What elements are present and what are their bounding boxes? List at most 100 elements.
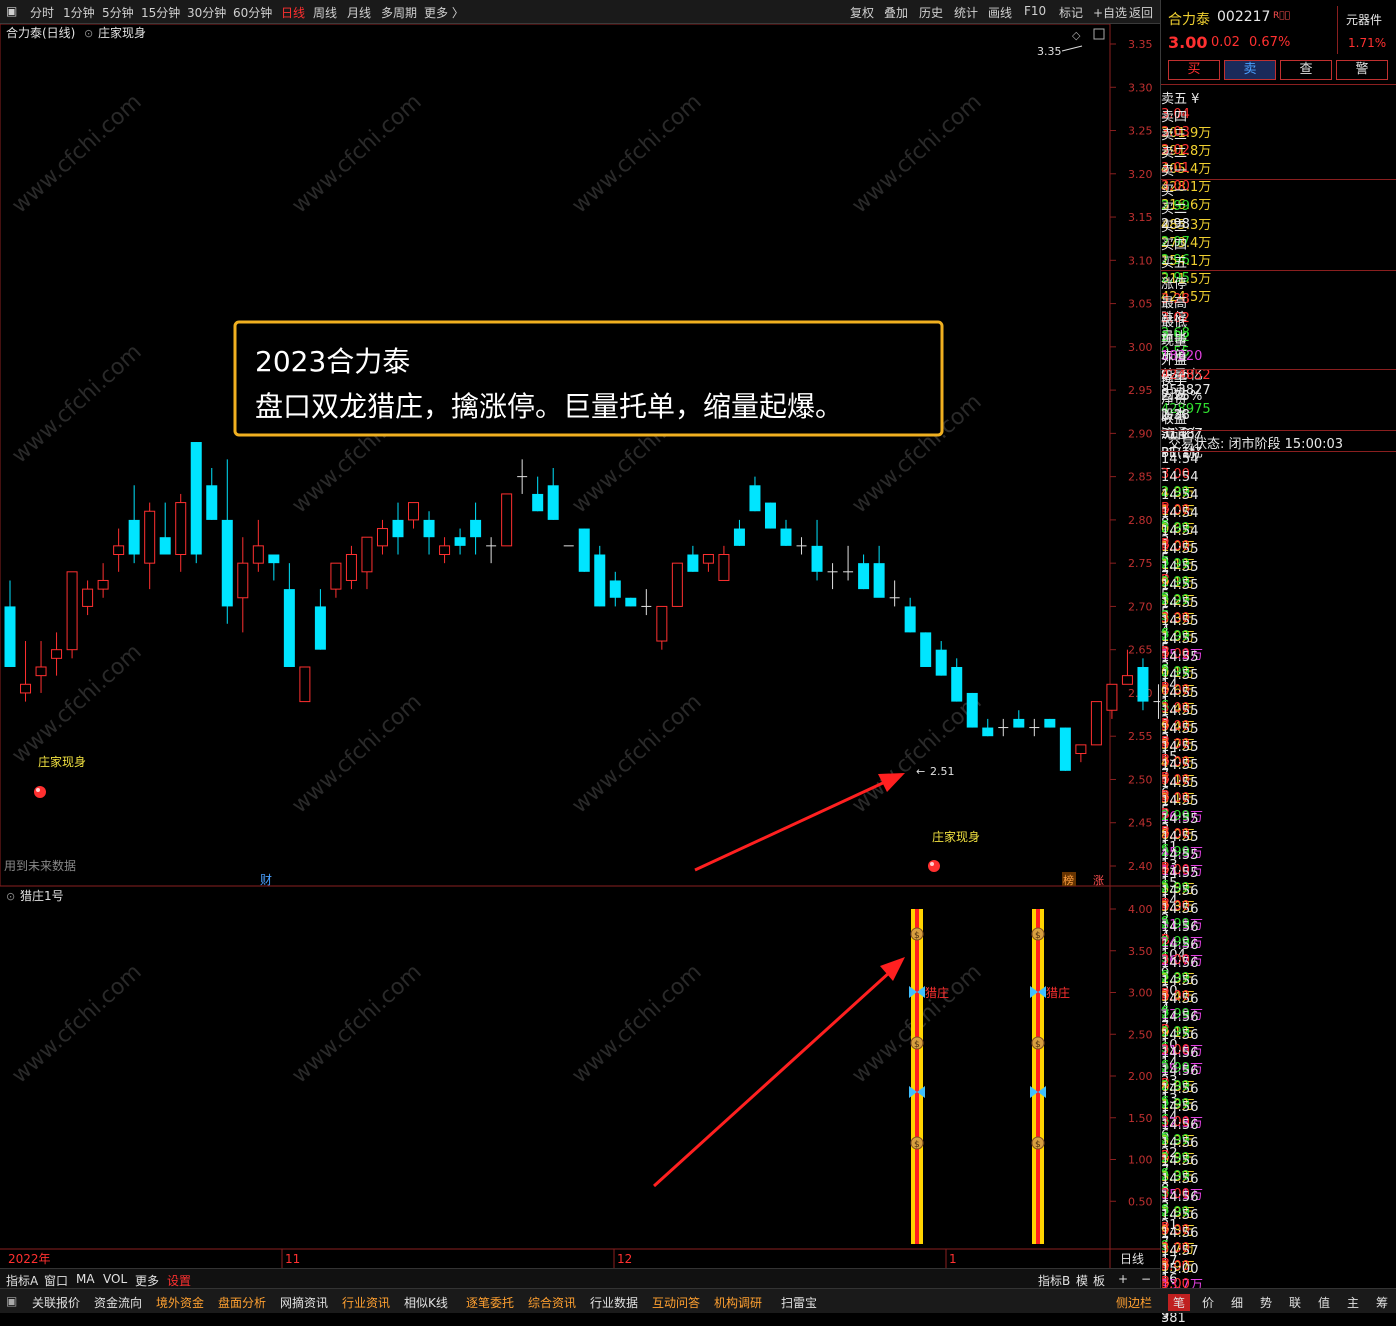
tick-row: 14:55 2.99 15.2万 S 14 — [1161, 614, 1396, 693]
period-tab-2[interactable]: 5分钟 — [102, 4, 134, 21]
stat-label: 外盘 — [1161, 353, 1188, 368]
candle — [4, 580, 16, 667]
stat-row: 净资 2.38 流通 31.1亿 — [1161, 389, 1396, 461]
trade-btn-1[interactable]: 卖 — [1224, 60, 1276, 80]
toolbar-right-btn-7[interactable]: +自选 — [1093, 4, 1127, 21]
zhang-marker[interactable]: 涨 — [1093, 874, 1104, 887]
indicator-btn-0[interactable]: 指标A — [6, 1272, 38, 1289]
indicator-right-btn-0[interactable]: 指标B — [1038, 1272, 1070, 1289]
bottom-tab-1[interactable]: 资金流向 — [94, 1294, 142, 1311]
indicator-btn-5[interactable]: 设置 — [167, 1272, 191, 1289]
trade-btn-3[interactable]: 警 — [1336, 60, 1388, 80]
period-tab-8[interactable]: 月线 — [347, 4, 371, 21]
subwin-toggle-icon[interactable]: ⊙ — [6, 890, 15, 903]
tick-row: 14:56 2.99 26.7万 S 30 — [1161, 920, 1396, 999]
quote-tab-0[interactable]: 笔 — [1168, 1294, 1190, 1311]
trade-btn-2[interactable]: 查 — [1280, 60, 1332, 80]
sector-box[interactable]: 元器件 1.71% — [1337, 6, 1393, 54]
watermark-text: www.cfchi.com — [7, 340, 146, 469]
candle — [1044, 718, 1056, 728]
toolbar-right-btn-4[interactable]: 画线 — [988, 4, 1012, 21]
bottom-menu-icon[interactable]: ▣ — [6, 1294, 17, 1308]
candle — [951, 658, 963, 702]
candle — [702, 554, 714, 572]
period-tab-10[interactable]: 更多 〉 — [424, 4, 464, 21]
hunting-bar-0: $ $ $ 猎庄 — [909, 909, 949, 1244]
tick-time: 14:55 — [1161, 542, 1199, 557]
indicator-right-btn-1[interactable]: 模 — [1076, 1272, 1088, 1289]
indicator-right-btn-2[interactable]: 板 — [1093, 1272, 1105, 1289]
finance-marker[interactable]: 财 — [260, 873, 272, 887]
bottom-tab-10[interactable]: 互动问答 — [652, 1294, 700, 1311]
toolbar-right-btn-6[interactable]: 标记 — [1059, 4, 1083, 21]
tick-row: 14:54 2.99 1.0万 S 7 — [1161, 506, 1396, 585]
quote-tab-5[interactable]: 值 — [1313, 1294, 1335, 1311]
sidebar-toggle[interactable]: 侧边栏 — [1116, 1294, 1152, 1311]
toolbar-right-btn-1[interactable]: 叠加 — [884, 4, 908, 21]
watermark-text: www.cfchi.com — [287, 960, 426, 1089]
indicator-btn-1[interactable]: 窗口 — [44, 1272, 68, 1289]
indicator-right-btn-3[interactable]: + — [1118, 1272, 1128, 1286]
indicator-btn-2[interactable]: MA — [76, 1272, 95, 1286]
candle — [159, 502, 171, 555]
indicator-btn-3[interactable]: VOL — [103, 1272, 127, 1286]
toolbar-right-btn-5[interactable]: F10 — [1024, 4, 1046, 18]
period-tab-4[interactable]: 30分钟 — [187, 4, 226, 21]
bottom-tab-2[interactable]: 境外资金 — [156, 1294, 204, 1311]
period-tab-7[interactable]: 周线 — [313, 4, 337, 21]
price-tick: 2.75 — [1128, 557, 1153, 570]
quote-tab-4[interactable]: 联 — [1284, 1294, 1306, 1311]
toolbar-right-btn-8[interactable]: 返回 — [1129, 4, 1153, 21]
tick-time: 14:56 — [1161, 956, 1199, 971]
quote-tab-2[interactable]: 细 — [1226, 1294, 1248, 1311]
bottom-tab-0[interactable]: 关联报价 — [32, 1294, 80, 1311]
toolbar-right-btn-2[interactable]: 历史 — [919, 4, 943, 21]
tick-time: 14:56 — [1161, 1082, 1199, 1097]
stat-label: 最高 — [1161, 296, 1188, 311]
bottom-tab-6[interactable]: 相似K线 — [404, 1294, 448, 1311]
diamond-icon[interactable]: ◇ — [1072, 29, 1081, 42]
period-tab-0[interactable]: 分时 — [30, 4, 54, 21]
bottom-tab-5[interactable]: 行业资讯 — [342, 1294, 390, 1311]
tick-row: 14:56 2.99 14.2万 S 9 — [1161, 902, 1396, 981]
orderbook-row: 卖四 3.03 291.8万 — [1161, 106, 1396, 159]
indicator-toggle-icon[interactable]: ⊙ — [84, 27, 93, 40]
quote-tab-7[interactable]: 筹 — [1371, 1294, 1393, 1311]
bottom-tab-7[interactable]: 逐笔委托 — [466, 1294, 514, 1311]
panel-toggle-icon[interactable] — [1093, 28, 1105, 40]
orderbook-label: 买三 — [1161, 220, 1188, 235]
period-tab-9[interactable]: 多周期 — [381, 4, 417, 21]
candle — [858, 554, 870, 590]
period-tab-5[interactable]: 60分钟 — [233, 4, 272, 21]
candle — [128, 485, 140, 564]
low-arrow-icon: ← — [916, 765, 925, 778]
toolbar-right-btn-3[interactable]: 统计 — [954, 4, 978, 21]
bottom-tab-9[interactable]: 行业数据 — [590, 1294, 638, 1311]
toolbar-menu-icon[interactable]: ▣ — [6, 4, 17, 18]
indicator-right-btn-4[interactable]: − — [1141, 1272, 1151, 1286]
trade-btn-0[interactable]: 买 — [1168, 60, 1220, 80]
period-tab-1[interactable]: 1分钟 — [63, 4, 95, 21]
bottom-tab-4[interactable]: 网摘资讯 — [280, 1294, 328, 1311]
toolbar-right-btn-0[interactable]: 复权 — [850, 4, 874, 21]
tick-time: 14:55 — [1161, 578, 1199, 593]
future-data-note: 用到未来数据 — [4, 858, 76, 873]
candle — [66, 571, 78, 659]
kline-svg: www.cfchi.com www.cfchi.com www.cfchi.com w… — [0, 23, 1273, 1268]
period-tab-3[interactable]: 15分钟 — [141, 4, 180, 21]
candle — [190, 442, 202, 564]
bottom-tab-11[interactable]: 机构调研 — [714, 1294, 762, 1311]
bottom-tab-12[interactable]: 扫雷宝 — [781, 1294, 817, 1311]
bang-marker[interactable]: 榜 — [1063, 873, 1074, 887]
tick-time: 14:57 — [1161, 1244, 1199, 1259]
indicator-btn-4[interactable]: 更多 — [135, 1272, 159, 1289]
orderbook-label: 卖四 — [1161, 110, 1188, 125]
tick-time: 14:56 — [1161, 938, 1199, 953]
bottom-tab-3[interactable]: 盘面分析 — [218, 1294, 266, 1311]
quote-tab-1[interactable]: 价 — [1197, 1294, 1219, 1311]
bottom-tab-8[interactable]: 综合资讯 — [528, 1294, 576, 1311]
period-tab-6[interactable]: 日线 — [281, 4, 305, 21]
high-price-label: 3.35 — [1037, 45, 1062, 58]
quote-tab-6[interactable]: 主 — [1342, 1294, 1364, 1311]
quote-tab-3[interactable]: 势 — [1255, 1294, 1277, 1311]
